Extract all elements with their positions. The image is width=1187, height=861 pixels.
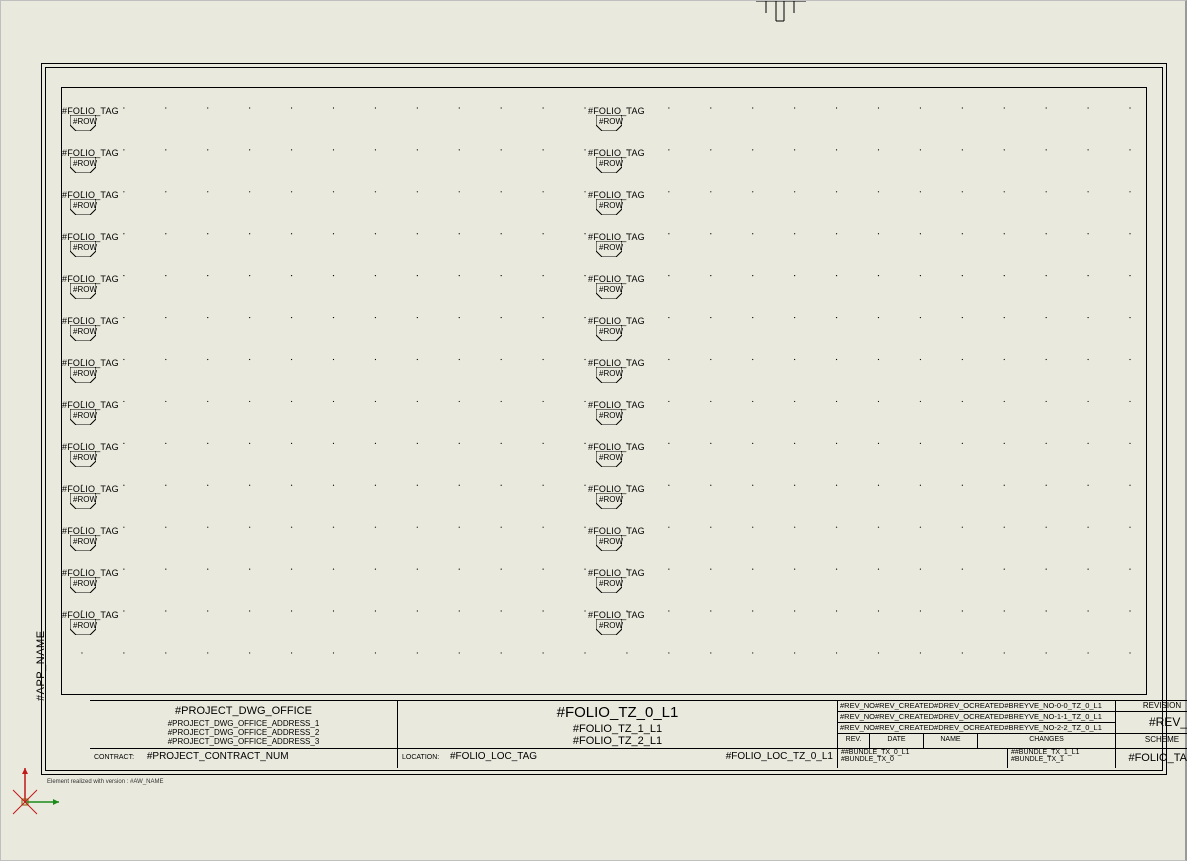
terminal-symbol[interactable]: #FOLIO_TAG#ROW	[588, 232, 668, 274]
rev-row: #REV_NO#REV_CREATED#DREV_OCREATED#BREYVE…	[838, 712, 1115, 723]
terminal-symbol[interactable]: #FOLIO_TAG#ROW	[588, 316, 668, 358]
terminal-row: #ROW	[599, 117, 623, 126]
rev-no: #REV_NO	[1116, 712, 1187, 734]
terminal-row: #ROW	[73, 621, 97, 630]
terminal-row: #ROW	[73, 243, 97, 252]
terminal-row: #ROW	[73, 327, 97, 336]
page-tick-icon	[756, 1, 806, 23]
terminal-row: #ROW	[599, 411, 623, 420]
terminal-row: #ROW	[599, 285, 623, 294]
terminal-row: #ROW	[73, 537, 97, 546]
terminal-symbol[interactable]: #FOLIO_TAG#ROW	[62, 106, 142, 148]
terminal-symbol[interactable]: #FOLIO_TAG#ROW	[62, 400, 142, 442]
rev-hdr-rev: REV.	[838, 734, 870, 748]
folio-tag: #FOLIO_TAG	[1116, 749, 1187, 768]
terminal-symbol[interactable]: #FOLIO_TAG#ROW	[588, 106, 668, 148]
folio-line1: #FOLIO_TZ_0_L1	[402, 704, 833, 721]
terminal-row: #ROW	[73, 495, 97, 504]
project-addr2: #PROJECT_DWG_OFFICE_ADDRESS_2	[94, 728, 393, 737]
title-block: #PROJECT_DWG_OFFICE #PROJECT_DWG_OFFICE_…	[90, 700, 1187, 770]
terminal-symbol[interactable]: #FOLIO_TAG#ROW	[62, 526, 142, 568]
bundle-b-top: ##BUNDLE_TX_1_L1	[1011, 749, 1112, 756]
terminal-row: #ROW	[599, 201, 623, 210]
terminal-symbol[interactable]: #FOLIO_TAG#ROW	[588, 358, 668, 400]
terminal-row: #ROW	[73, 159, 97, 168]
terminal-row: #ROW	[73, 285, 97, 294]
bundle-a-bot: #BUNDLE_TX_0	[841, 756, 1004, 763]
terminal-symbol[interactable]: #FOLIO_TAG#ROW	[588, 568, 668, 610]
terminal-symbol[interactable]: #FOLIO_TAG#ROW	[588, 526, 668, 568]
terminal-column-left: #FOLIO_TAG#ROW#FOLIO_TAG#ROW#FOLIO_TAG#R…	[62, 106, 142, 652]
terminal-symbol[interactable]: #FOLIO_TAG#ROW	[588, 190, 668, 232]
location-label: LOCATION:	[402, 754, 439, 761]
terminal-symbol[interactable]: #FOLIO_TAG#ROW	[62, 610, 142, 652]
terminal-row: #ROW	[599, 159, 623, 168]
bundle-b-bot: #BUNDLE_TX_1	[1011, 756, 1112, 763]
terminal-symbol[interactable]: #FOLIO_TAG#ROW	[62, 568, 142, 610]
terminal-row: #ROW	[599, 327, 623, 336]
contract-num: #PROJECT_CONTRACT_NUM	[147, 751, 289, 762]
terminal-row: #ROW	[73, 201, 97, 210]
rev-row: #REV_NO#REV_CREATED#DREV_OCREATED#BREYVE…	[838, 723, 1115, 734]
terminal-symbol[interactable]: #FOLIO_TAG#ROW	[62, 442, 142, 484]
folio-line3: #FOLIO_TZ_2_L1	[402, 735, 833, 747]
folio-line2: #FOLIO_TZ_1_L1	[402, 723, 833, 735]
ucs-axis-icon	[7, 760, 67, 820]
app-name-vertical: #APP_NAME	[35, 630, 47, 701]
terminal-symbol[interactable]: #FOLIO_TAG#ROW	[588, 610, 668, 652]
scheme-label: SCHEME	[1116, 734, 1187, 748]
project-office: #PROJECT_DWG_OFFICE	[94, 705, 393, 717]
folio-loc-tz: #FOLIO_LOC_TZ_0_L1	[726, 751, 833, 762]
rev-row: #REV_NO#REV_CREATED#DREV_OCREATED#BREYVE…	[838, 701, 1115, 712]
terminal-symbol[interactable]: #FOLIO_TAG#ROW	[62, 274, 142, 316]
terminal-row: #ROW	[73, 579, 97, 588]
terminal-symbol[interactable]: #FOLIO_TAG#ROW	[62, 148, 142, 190]
terminal-row: #ROW	[73, 411, 97, 420]
terminal-row: #ROW	[599, 621, 623, 630]
terminal-row: #ROW	[73, 117, 97, 126]
bundle-a-top: ##BUNDLE_TX_0_L1	[841, 749, 1004, 756]
project-addr3: #PROJECT_DWG_OFFICE_ADDRESS_3	[94, 737, 393, 746]
terminal-symbol[interactable]: #FOLIO_TAG#ROW	[588, 400, 668, 442]
terminal-row: #ROW	[73, 453, 97, 462]
terminal-row: #ROW	[73, 369, 97, 378]
terminal-row: #ROW	[599, 495, 623, 504]
terminal-symbol[interactable]: #FOLIO_TAG#ROW	[588, 274, 668, 316]
terminal-symbol[interactable]: #FOLIO_TAG#ROW	[62, 232, 142, 274]
rev-hdr-date: DATE	[870, 734, 924, 748]
terminal-symbol[interactable]: #FOLIO_TAG#ROW	[588, 484, 668, 526]
terminal-row: #ROW	[599, 537, 623, 546]
rev-hdr-changes: CHANGES	[978, 734, 1115, 748]
terminal-row: #ROW	[599, 453, 623, 462]
contract-label: CONTRACT:	[94, 754, 134, 761]
terminal-row: #ROW	[599, 243, 623, 252]
rev-hdr-name: NAME	[924, 734, 978, 748]
revision-label: REVISION	[1116, 701, 1187, 712]
terminal-row: #ROW	[599, 579, 623, 588]
drawing-canvas[interactable]: #FOLIO_TAG#ROW#FOLIO_TAG#ROW#FOLIO_TAG#R…	[61, 87, 1147, 695]
terminal-symbol[interactable]: #FOLIO_TAG#ROW	[62, 316, 142, 358]
terminal-symbol[interactable]: #FOLIO_TAG#ROW	[62, 484, 142, 526]
terminal-symbol[interactable]: #FOLIO_TAG#ROW	[62, 190, 142, 232]
terminal-symbol[interactable]: #FOLIO_TAG#ROW	[588, 148, 668, 190]
terminal-symbol[interactable]: #FOLIO_TAG#ROW	[62, 358, 142, 400]
terminal-column-right: #FOLIO_TAG#ROW#FOLIO_TAG#ROW#FOLIO_TAG#R…	[588, 106, 668, 652]
project-addr1: #PROJECT_DWG_OFFICE_ADDRESS_1	[94, 719, 393, 728]
terminal-symbol[interactable]: #FOLIO_TAG#ROW	[588, 442, 668, 484]
terminal-row: #ROW	[599, 369, 623, 378]
folio-loc-tag: #FOLIO_LOC_TAG	[450, 751, 537, 762]
